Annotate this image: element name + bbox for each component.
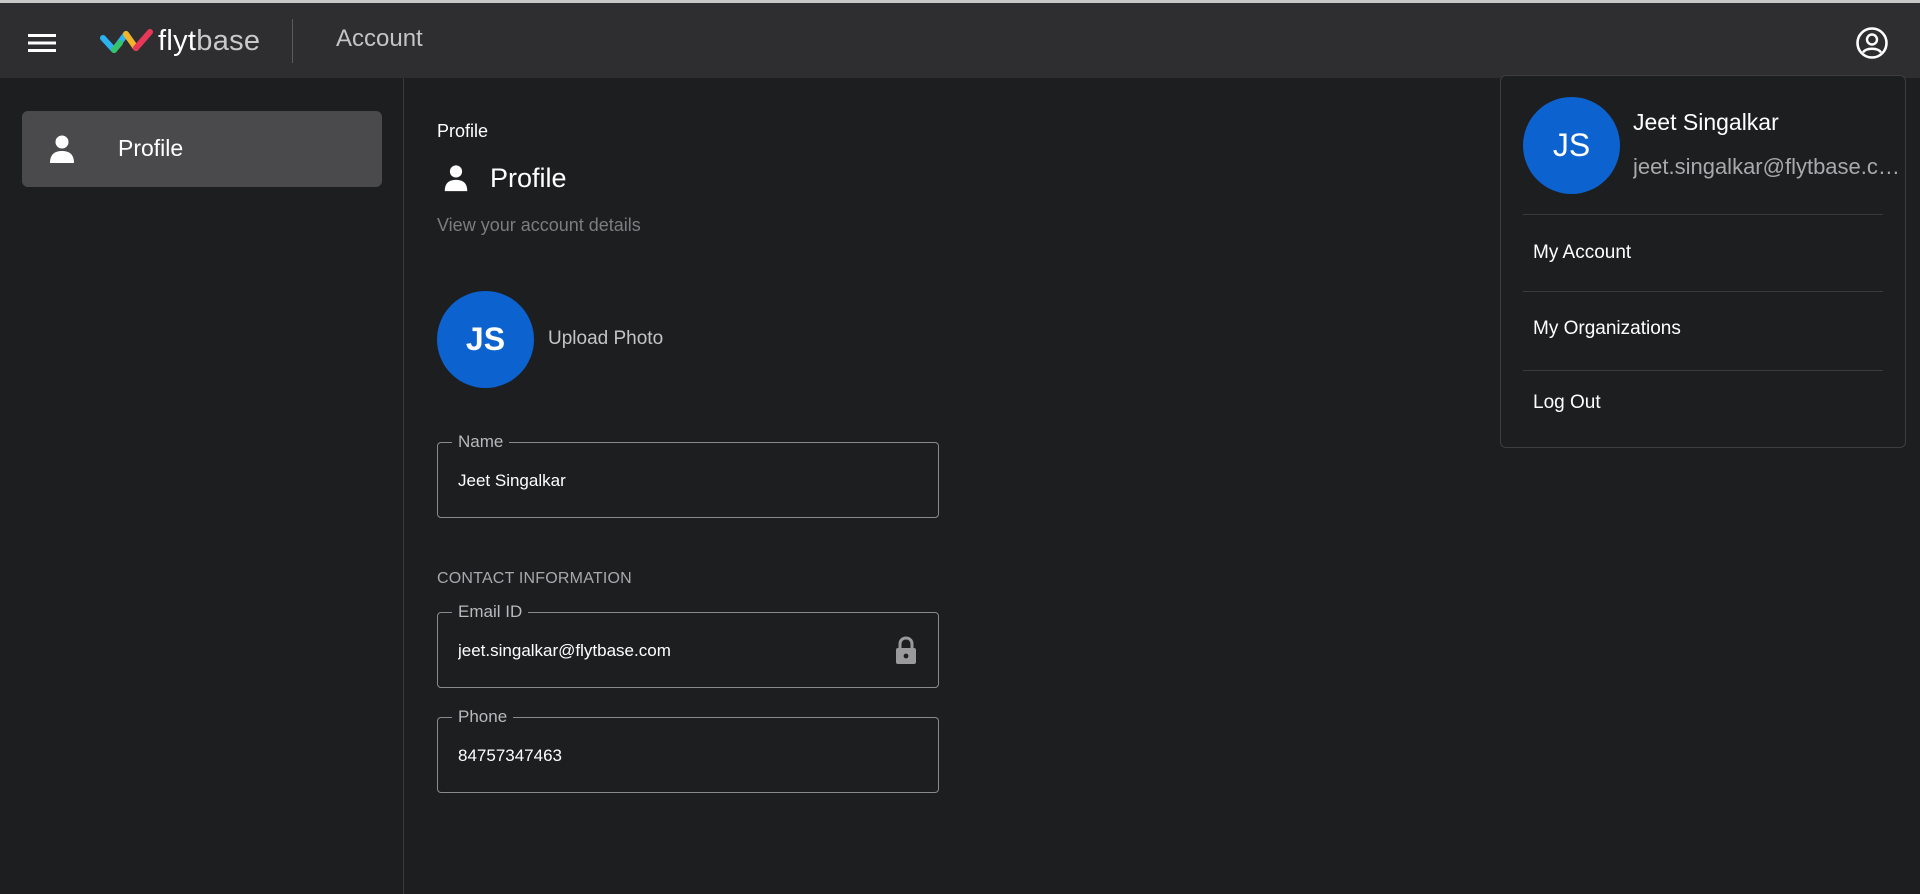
name-field[interactable]: Name: [437, 432, 939, 518]
breadcrumb: Profile: [437, 121, 489, 141]
page-title: Profile: [490, 163, 567, 193]
avatar: JS: [437, 291, 534, 388]
person-icon: [444, 165, 468, 192]
flytbase-logo[interactable]: flytbase: [100, 21, 260, 61]
phone-field[interactable]: Phone: [437, 707, 939, 793]
phone-input[interactable]: [458, 746, 898, 766]
menu-divider: [1523, 370, 1883, 371]
menu-icon: [28, 34, 56, 52]
account-circle-icon: [1856, 27, 1888, 59]
account-name: Jeet Singalkar: [1633, 109, 1779, 135]
flytbase-logo-mark-icon: [100, 29, 153, 53]
page-subtitle: View your account details: [437, 215, 641, 235]
email-input: [458, 641, 898, 661]
menu-item-my-account[interactable]: My Account: [1533, 242, 1631, 264]
upload-photo-button[interactable]: Upload Photo: [548, 328, 663, 350]
top-header: flytbase Account: [0, 3, 1920, 78]
avatar-initials: JS: [1552, 127, 1591, 163]
menu-item-my-organizations[interactable]: My Organizations: [1533, 318, 1681, 340]
menu-divider: [1523, 214, 1883, 215]
name-field-label: Name: [452, 432, 510, 452]
contact-section-heading: CONTACT INFORMATION: [437, 570, 632, 587]
person-icon: [50, 135, 74, 163]
account-email: jeet.singalkar@flytbase.com: [1633, 154, 1901, 179]
sidebar-item-profile[interactable]: Profile: [22, 111, 382, 187]
account-menu-button[interactable]: [1852, 23, 1892, 63]
avatar: JS: [1523, 97, 1620, 194]
phone-field-label: Phone: [452, 707, 514, 727]
logo-text-base: base: [196, 24, 261, 57]
header-divider: [292, 19, 293, 63]
avatar-initials: JS: [465, 321, 506, 357]
lock-icon: [896, 636, 916, 664]
hamburger-menu-button[interactable]: [24, 25, 60, 61]
sidebar-item-label: Profile: [118, 135, 184, 161]
menu-divider: [1523, 291, 1883, 292]
name-input[interactable]: [458, 471, 898, 491]
logo-text: flytbase: [158, 25, 260, 58]
email-field-label: Email ID: [452, 602, 529, 622]
menu-item-log-out[interactable]: Log Out: [1533, 392, 1601, 414]
logo-text-fly: flyt: [158, 24, 197, 57]
account-dropdown-menu: JS Jeet Singalkar jeet.singalkar@flytbas…: [1500, 75, 1906, 448]
header-title: Account: [336, 25, 423, 52]
email-field: Email ID: [437, 602, 939, 688]
sidebar: Profile: [0, 78, 404, 894]
